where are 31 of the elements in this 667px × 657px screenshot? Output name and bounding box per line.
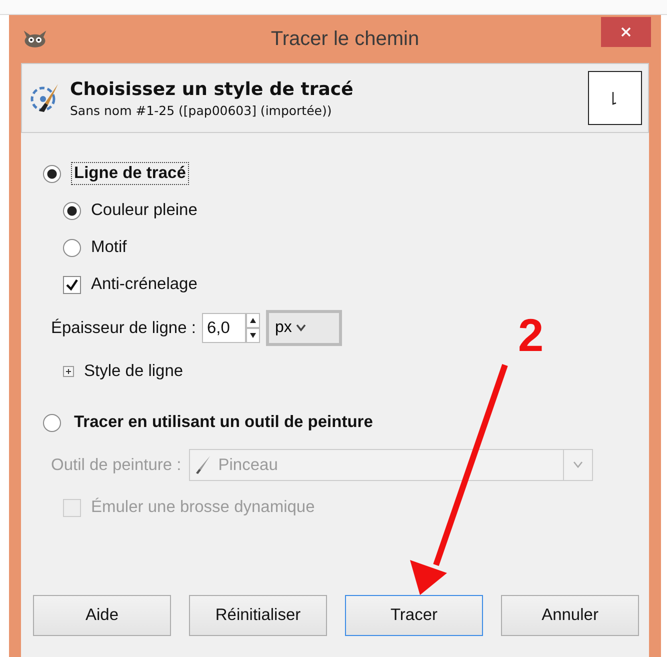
close-icon: [620, 26, 632, 38]
annotation-number: 2: [518, 308, 544, 362]
dialog-button[interactable]: Aide: [33, 595, 171, 636]
dialog-button[interactable]: Réinitialiser: [189, 595, 327, 636]
radio-label: Tracer en utilisant un outil de peinture: [73, 412, 374, 433]
field-label: Outil de peinture :: [51, 456, 182, 474]
checkbox-label: Émuler une brosse dynamique: [91, 498, 315, 517]
radio-label: Motif: [91, 238, 127, 257]
radio-button[interactable]: [43, 164, 61, 182]
checkbox-label: Anti-crénelage: [91, 275, 198, 294]
width-field[interactable]: 6,0: [202, 313, 246, 343]
dialog-heading: Choisissez un style de tracé: [70, 78, 354, 100]
radio-label: Ligne de tracé: [71, 162, 189, 185]
close-button[interactable]: [601, 17, 651, 47]
field-label: Épaisseur de ligne :: [51, 318, 196, 338]
window-title: Tracer le chemin: [270, 28, 420, 50]
expander-label[interactable]: Style de ligne: [84, 362, 184, 381]
chevron-down-icon: [573, 461, 584, 469]
checkbox[interactable]: [63, 276, 81, 294]
radio-button[interactable]: [63, 202, 81, 220]
animal-head-icon: [21, 28, 49, 50]
dialog-button[interactable]: Tracer: [345, 595, 483, 636]
dialog-button[interactable]: Annuler: [501, 595, 639, 636]
radio-button[interactable]: [63, 238, 81, 256]
radio-button[interactable]: [43, 414, 61, 432]
unit-dropdown[interactable]: px: [266, 310, 342, 346]
spin-arrows-icon[interactable]: [246, 313, 260, 343]
dialog-subtitle: Sans nom #1-25 ([pap00603] (importée)): [70, 102, 333, 118]
radio-label: Couleur pleine: [91, 201, 198, 220]
chevron-down-icon: [296, 324, 306, 332]
expand-icon[interactable]: [63, 366, 74, 377]
